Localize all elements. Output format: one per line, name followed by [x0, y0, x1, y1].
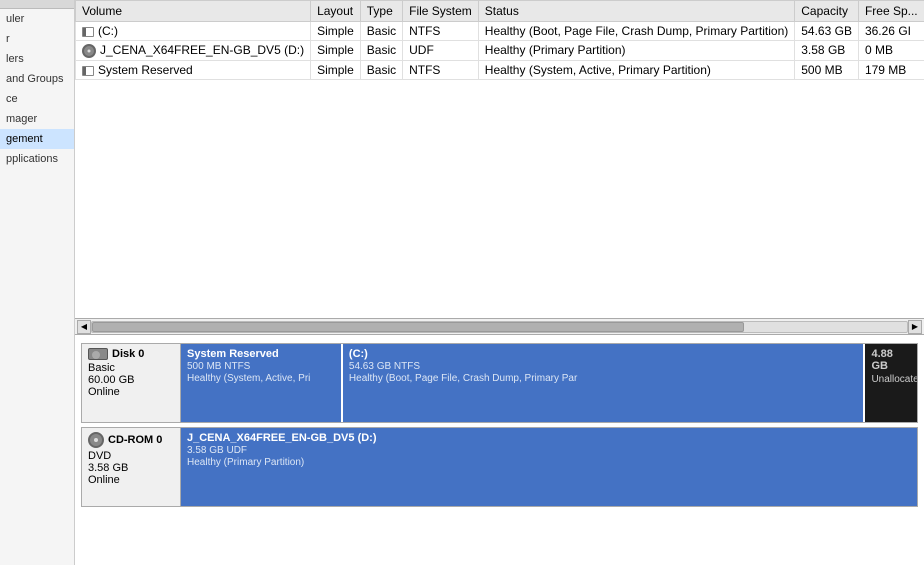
disk-visualization-area: Disk 0Basic60.00 GBOnlineSystem Reserved…	[75, 335, 924, 565]
disk-size-cdrom0: 3.58 GB	[88, 462, 174, 474]
cell-capacity-2: 500 MB	[795, 60, 859, 79]
disk-label-cdrom0: CD-ROM 0 DVD3.58 GBOnline	[81, 427, 181, 507]
hdd-icon	[82, 27, 94, 37]
cell-volume-0: (C:)	[76, 22, 311, 41]
disk-table-area: VolumeLayoutTypeFile SystemStatusCapacit…	[75, 0, 924, 319]
sidebar-top-label	[0, 0, 74, 9]
cell-volume-1: J_CENA_X64FREE_EN-GB_DV5 (D:)	[76, 41, 311, 61]
disk-type-cdrom0: DVD	[88, 450, 174, 462]
partition-status-c-drive: Healthy (Boot, Page File, Crash Dump, Pr…	[349, 373, 858, 384]
cell-type-2: Basic	[360, 60, 402, 79]
cell-status-1: Healthy (Primary Partition)	[478, 41, 794, 61]
sidebar-item-folders[interactable]: lers	[0, 49, 74, 69]
scroll-right-arrow[interactable]: ▶	[908, 320, 922, 334]
disk-title: Disk 0	[112, 348, 144, 360]
partition-size-c-drive: 54.63 GB NTFS	[349, 361, 858, 372]
disk-title: CD-ROM 0	[108, 434, 162, 446]
partition-c-drive[interactable]: (C:)54.63 GB NTFSHealthy (Boot, Page Fil…	[343, 344, 866, 422]
partition-status-dvd-partition: Healthy (Primary Partition)	[187, 457, 911, 468]
cell-freespace-1: 0 MB	[858, 41, 924, 61]
scrollbar-track[interactable]	[91, 321, 908, 333]
partition-dvd-partition[interactable]: J_CENA_X64FREE_EN-GB_DV5 (D:)3.58 GB UDF…	[181, 428, 917, 506]
horizontal-scrollbar[interactable]: ◀ ▶	[75, 319, 924, 335]
col-header-type[interactable]: Type	[360, 1, 402, 22]
cell-filesystem-1: UDF	[403, 41, 479, 61]
disk-type-disk0: Basic	[88, 362, 174, 374]
sidebar-item-applications[interactable]: pplications	[0, 149, 74, 169]
cell-volume-2: System Reserved	[76, 60, 311, 79]
partition-label-unallocated: 4.88 GB	[871, 348, 911, 372]
partition-unallocated[interactable]: 4.88 GB Unallocated	[865, 344, 917, 422]
hdd-disk-icon	[88, 348, 108, 360]
col-header-status[interactable]: Status	[478, 1, 794, 22]
volumes-table: VolumeLayoutTypeFile SystemStatusCapacit…	[75, 0, 924, 80]
disk-row-disk0: Disk 0 Basic60.00 GBOnline System Reserved…	[81, 343, 918, 423]
cell-type-0: Basic	[360, 22, 402, 41]
cell-filesystem-0: NTFS	[403, 22, 479, 41]
disk-label-disk0: Disk 0 Basic60.00 GBOnline	[81, 343, 181, 423]
sidebar: ulerrlersand Groupscemagergementpplicati…	[0, 0, 75, 565]
col-header-filesystem[interactable]: File System	[403, 1, 479, 22]
disk-icon-row-disk0: Disk 0	[88, 348, 174, 360]
partition-size-system-reserved: 500 MB NTFS	[187, 361, 335, 372]
partition-system-reserved[interactable]: System Reserved500 MB NTFSHealthy (Syste…	[181, 344, 343, 422]
sidebar-item-event-viewer[interactable]: r	[0, 29, 74, 49]
disk-partitions-cdrom0: J_CENA_X64FREE_EN-GB_DV5 (D:)3.58 GB UDF…	[181, 427, 918, 507]
partition-status-system-reserved: Healthy (System, Active, Pri	[187, 373, 335, 384]
sidebar-item-and-groups[interactable]: and Groups	[0, 69, 74, 89]
col-header-capacity[interactable]: Capacity	[795, 1, 859, 22]
table-row[interactable]: (C:)SimpleBasicNTFSHealthy (Boot, Page F…	[76, 22, 924, 41]
col-header-layout[interactable]: Layout	[311, 1, 361, 22]
cell-status-2: Healthy (System, Active, Primary Partiti…	[478, 60, 794, 79]
main-area: VolumeLayoutTypeFile SystemStatusCapacit…	[75, 0, 924, 565]
partition-status-unallocated: Unallocated	[871, 374, 911, 385]
disk-partitions-disk0: System Reserved500 MB NTFSHealthy (Syste…	[181, 343, 918, 423]
cell-layout-2: Simple	[311, 60, 361, 79]
sidebar-item-service[interactable]: ce	[0, 89, 74, 109]
cdrom-icon	[82, 44, 96, 58]
disk-icon-row-cdrom0: CD-ROM 0	[88, 432, 174, 448]
cell-filesystem-2: NTFS	[403, 60, 479, 79]
cell-capacity-1: 3.58 GB	[795, 41, 859, 61]
cell-status-0: Healthy (Boot, Page File, Crash Dump, Pr…	[478, 22, 794, 41]
disk-status-cdrom0: Online	[88, 474, 174, 486]
sidebar-item-scheduler[interactable]: uler	[0, 9, 74, 29]
partition-size-dvd-partition: 3.58 GB UDF	[187, 445, 911, 456]
col-header-freespace[interactable]: Free Sp...	[858, 1, 924, 22]
scroll-left-arrow[interactable]: ◀	[77, 320, 91, 334]
col-header-volume[interactable]: Volume	[76, 1, 311, 22]
cell-freespace-2: 179 MB	[858, 60, 924, 79]
cdrom-disk-icon	[88, 432, 104, 448]
disk-status-disk0: Online	[88, 386, 174, 398]
hdd-icon	[82, 66, 94, 76]
scrollbar-thumb[interactable]	[92, 322, 744, 332]
disk-size-disk0: 60.00 GB	[88, 374, 174, 386]
sidebar-item-management[interactable]: gement	[0, 129, 74, 149]
disk-row-cdrom0: CD-ROM 0 DVD3.58 GBOnline J_CENA_X64FREE_E…	[81, 427, 918, 507]
cell-layout-0: Simple	[311, 22, 361, 41]
partition-label-system-reserved: System Reserved	[187, 348, 335, 360]
cell-layout-1: Simple	[311, 41, 361, 61]
table-row[interactable]: System ReservedSimpleBasicNTFSHealthy (S…	[76, 60, 924, 79]
partition-label-c-drive: (C:)	[349, 348, 858, 360]
sidebar-item-manager[interactable]: mager	[0, 109, 74, 129]
partition-label-dvd-partition: J_CENA_X64FREE_EN-GB_DV5 (D:)	[187, 432, 911, 444]
table-row[interactable]: J_CENA_X64FREE_EN-GB_DV5 (D:)SimpleBasic…	[76, 41, 924, 61]
cell-type-1: Basic	[360, 41, 402, 61]
cell-freespace-0: 36.26 GI	[858, 22, 924, 41]
cell-capacity-0: 54.63 GB	[795, 22, 859, 41]
